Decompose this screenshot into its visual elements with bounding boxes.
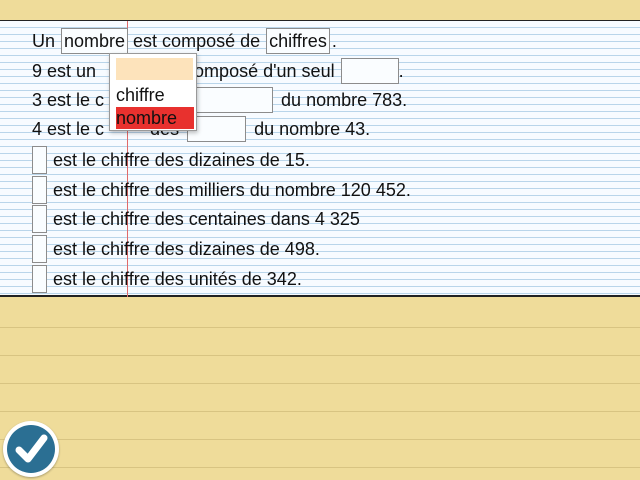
sentence-line-3: 3 est le c s du nombre 783. — [32, 86, 407, 114]
dropdown-option-nombre[interactable]: nombre — [116, 107, 194, 129]
top-border — [0, 0, 640, 21]
statement-line-4: est le chiffre des dizaines de 498. — [32, 235, 320, 263]
statement-line-1: est le chiffre des dizaines de 15. — [32, 146, 310, 174]
dropdown-option-chiffre[interactable]: chiffre — [116, 84, 194, 106]
statement-text-3: est le chiffre des centaines dans 4 325 — [53, 208, 360, 229]
digit-box-2[interactable] — [32, 176, 47, 204]
answer-box-nombre[interactable]: nombre — [61, 28, 129, 54]
check-button[interactable] — [3, 421, 59, 477]
line1-text-b: est composé de — [133, 30, 261, 51]
answer-box-chiffres[interactable]: chiffres — [266, 28, 330, 54]
statement-line-2: est le chiffre des milliers du nombre 12… — [32, 176, 411, 204]
sentence-line-4: 4 est le c des du nombre 43. — [32, 115, 370, 143]
statement-text-2: est le chiffre des milliers du nombre 12… — [53, 179, 411, 200]
line2-text-c: . — [398, 60, 404, 81]
line1-text-c: . — [331, 30, 337, 51]
statement-line-5: est le chiffre des unités de 342. — [32, 265, 302, 293]
checkmark-icon — [15, 434, 48, 463]
digit-box-4[interactable] — [32, 235, 47, 263]
line3-text-a: 3 est le c — [32, 89, 105, 110]
line2-text-b: composé d'un seul — [185, 60, 335, 81]
line2-text-a: 9 est un — [32, 60, 97, 81]
dropdown-current-value[interactable] — [116, 58, 193, 80]
sentence-line-2: 9 est un composé d'un seul . — [32, 57, 404, 85]
answer-box-line2[interactable] — [340, 58, 399, 84]
digit-box-3[interactable] — [32, 205, 47, 233]
statement-text-5: est le chiffre des unités de 342. — [53, 268, 302, 289]
statement-line-3: est le chiffre des centaines dans 4 325 — [32, 205, 360, 233]
digit-box-5[interactable] — [32, 265, 47, 293]
line3-text-c: du nombre 783. — [281, 89, 408, 110]
statement-text-1: est le chiffre des dizaines de 15. — [53, 149, 310, 170]
word-dropdown[interactable]: chiffre nombre — [109, 53, 197, 131]
digit-box-1[interactable] — [32, 146, 47, 174]
line4-text-c: du nombre 43. — [254, 118, 371, 139]
statement-text-4: est le chiffre des dizaines de 498. — [53, 238, 320, 259]
answer-box-line3[interactable] — [196, 87, 274, 113]
line4-text-a: 4 est le c — [32, 118, 105, 139]
check-button-face — [7, 425, 55, 473]
sentence-line-1: Un nombre est composé de chiffres . — [32, 27, 337, 55]
line1-text-a: Un — [32, 30, 56, 51]
